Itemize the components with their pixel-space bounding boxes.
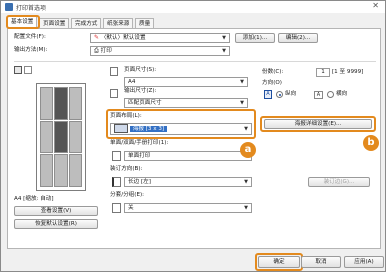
profile-label: 配置文件(F): (14, 34, 46, 40)
poster-tile (40, 154, 54, 187)
portrait-label: 纵向 (285, 91, 297, 97)
printer-view-icon[interactable] (24, 66, 32, 74)
duplex-label: 单面/双面/手册打印(1): (110, 140, 169, 146)
landscape-icon: A (314, 91, 323, 99)
callout-marker-a: a (240, 142, 256, 158)
collate-value: 关 (128, 205, 134, 211)
chevron-down-icon: ▼ (244, 205, 248, 211)
poster-grid (40, 87, 82, 187)
callout-marker-b: b (363, 135, 379, 151)
page-size-select[interactable]: A4 ▼ (124, 77, 248, 87)
chevron-down-icon: ▼ (222, 35, 226, 41)
output-size-value: 匹配页面尺寸 (128, 100, 162, 106)
poster-tile (68, 87, 82, 120)
poster-tile (54, 120, 68, 154)
poster-details-highlight (260, 116, 376, 132)
landscape-radio[interactable] (327, 91, 334, 98)
copies-range: [1 至 9999] (332, 69, 364, 75)
cancel-button[interactable]: 取消 (301, 256, 341, 268)
basic-settings-panel: 配置文件(F): ✎ 〈默认〉默认设置 ▼ 添加(1)... 编辑(2)... … (7, 28, 381, 249)
title-bar: 打印首选项 ✕ (1, 1, 385, 13)
binding-label: 装订方向(B): (110, 166, 143, 172)
copies-stepper[interactable]: 1 (316, 68, 330, 77)
portrait-radio[interactable] (276, 91, 283, 98)
poster-tile (54, 87, 68, 120)
apply-button[interactable]: 应用(A) (344, 256, 384, 268)
binding-value: 长边 [左] (128, 179, 151, 185)
portrait-icon: A (264, 90, 272, 99)
collate-icon (112, 203, 121, 213)
restore-defaults-button[interactable]: 恢复默认设置(R) (14, 219, 98, 229)
printer-icon (5, 3, 13, 11)
collate-label: 分套/分组(E): (110, 192, 145, 198)
collate-select[interactable]: 关 ▼ (124, 203, 252, 213)
tab-paper-source[interactable]: 纸张来源 (103, 18, 134, 28)
chevron-down-icon: ▼ (244, 179, 248, 185)
chevron-down-icon: ▼ (240, 100, 244, 106)
poster-tile (54, 154, 68, 187)
pencil-icon: ✎ (94, 34, 100, 41)
chevron-down-icon: ▼ (222, 48, 226, 54)
binding-select[interactable]: 长边 [左] ▼ (124, 177, 252, 187)
duplex-value: 单面打印 (128, 153, 151, 159)
edit-profile-button[interactable]: 编辑(2)... (278, 33, 318, 43)
orientation-label: 方向(O) (262, 80, 282, 86)
tab-page-setup[interactable]: 页面设置 (39, 18, 70, 28)
view-settings-button[interactable]: 查看设置(V) (14, 206, 98, 216)
poster-tile (68, 120, 82, 154)
print-preferences-dialog: 打印首选项 ✕ 基本设置 页面设置 完成方式 纸张来源 质量 配置文件(F): … (0, 0, 386, 272)
add-profile-button[interactable]: 添加(1)... (235, 33, 275, 43)
preview-mode-icon[interactable] (14, 66, 22, 74)
output-method-value: 打印 (100, 48, 112, 54)
output-method-label: 输出方法(M): (14, 47, 48, 53)
page-size-value: A4 (128, 79, 136, 85)
close-icon[interactable]: ✕ (372, 1, 379, 10)
chevron-down-icon: ▼ (240, 79, 244, 85)
profile-value: 〈默认〉默认设置 (100, 35, 146, 41)
tab-quality[interactable]: 质量 (135, 18, 155, 28)
output-size-select[interactable]: 匹配页面尺寸 ▼ (124, 98, 248, 108)
gutter-button[interactable]: 装订边(G)... (308, 177, 370, 187)
document-icon (110, 89, 118, 98)
window-title: 打印首选项 (16, 5, 47, 12)
document-icon (110, 67, 118, 76)
output-method-select[interactable]: ⎙ 打印 ▼ (90, 46, 230, 56)
tab-highlight (6, 15, 40, 29)
binding-icon (112, 177, 121, 187)
tab-finishing[interactable]: 完成方式 (71, 18, 102, 28)
divider (14, 61, 376, 62)
preview-caption: A4 [缩放: 自动] (14, 196, 54, 202)
ok-highlight (255, 253, 303, 271)
poster-tile (40, 87, 54, 120)
poster-tile (68, 154, 82, 187)
duplex-select[interactable]: 单面打印 ▼ (124, 151, 252, 161)
page-preview (36, 83, 86, 191)
print-icon: ⎙ (94, 47, 99, 54)
landscape-label: 横向 (336, 91, 348, 97)
page-size-label: 页面尺寸(S): (124, 67, 157, 73)
output-size-label: 输出尺寸(Z): (124, 88, 157, 94)
single-sided-icon (112, 151, 121, 161)
profile-select[interactable]: ✎ 〈默认〉默认设置 ▼ (90, 33, 230, 43)
poster-tile (40, 120, 54, 154)
page-layout-highlight (106, 109, 256, 139)
copies-label: 份数(C): (262, 69, 284, 75)
